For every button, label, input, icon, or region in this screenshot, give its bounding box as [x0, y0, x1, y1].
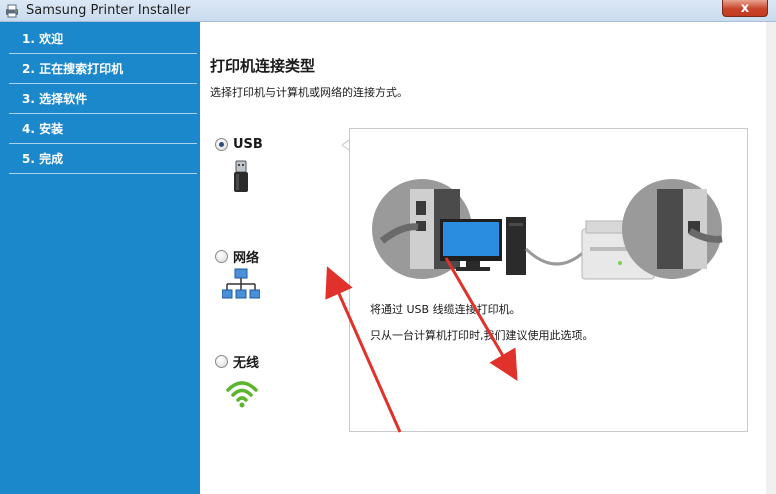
wireless-radio[interactable]	[215, 355, 228, 368]
installer-window: Samsung Printer Installer x 1. 欢迎 2. 正在搜…	[0, 0, 776, 494]
usb-description-line-2: 只从一台计算机打印时,我们建议使用此选项。	[370, 329, 594, 342]
wireless-label: 无线	[233, 356, 260, 371]
title-bar: Samsung Printer Installer x	[0, 0, 776, 22]
usb-description-line-1: 将通过 USB 线缆连接打印机。	[370, 303, 521, 316]
wireless-icon	[226, 381, 258, 408]
option-wireless[interactable]: 无线	[215, 352, 259, 371]
sidebar-item-searching-printer: 2. 正在搜索打印机	[9, 54, 197, 84]
close-icon: x	[740, 0, 750, 16]
window-title: Samsung Printer Installer	[26, 3, 191, 18]
window-right-edge	[766, 22, 776, 494]
sidebar: 1. 欢迎 2. 正在搜索打印机 3. 选择软件 4. 安装 5. 完成	[0, 22, 200, 494]
sidebar-item-welcome: 1. 欢迎	[9, 24, 197, 54]
option-network[interactable]: 网络	[215, 247, 259, 266]
description-panel: 将通过 USB 线缆连接打印机。 只从一台计算机打印时,我们建议使用此选项。	[349, 128, 748, 432]
usb-connection-illustration	[372, 179, 723, 280]
network-label: 网络	[233, 251, 260, 266]
sidebar-item-install: 4. 安装	[9, 114, 197, 144]
page-subtitle: 选择打印机与计算机或网络的连接方式。	[210, 86, 408, 99]
close-button[interactable]: x	[722, 0, 768, 17]
sidebar-item-select-software: 3. 选择软件	[9, 84, 197, 114]
main-content: 打印机连接类型 选择打印机与计算机或网络的连接方式。 USB 网络 无线 将通过…	[200, 22, 776, 494]
printer-app-icon	[6, 4, 18, 18]
network-radio[interactable]	[215, 250, 228, 263]
page-title: 打印机连接类型	[210, 57, 316, 75]
usb-radio[interactable]	[215, 138, 228, 151]
sidebar-item-finish: 5. 完成	[9, 144, 197, 174]
option-usb[interactable]: USB	[215, 137, 263, 152]
usb-icon	[234, 160, 248, 192]
usb-label: USB	[233, 137, 263, 152]
network-icon	[222, 268, 260, 299]
